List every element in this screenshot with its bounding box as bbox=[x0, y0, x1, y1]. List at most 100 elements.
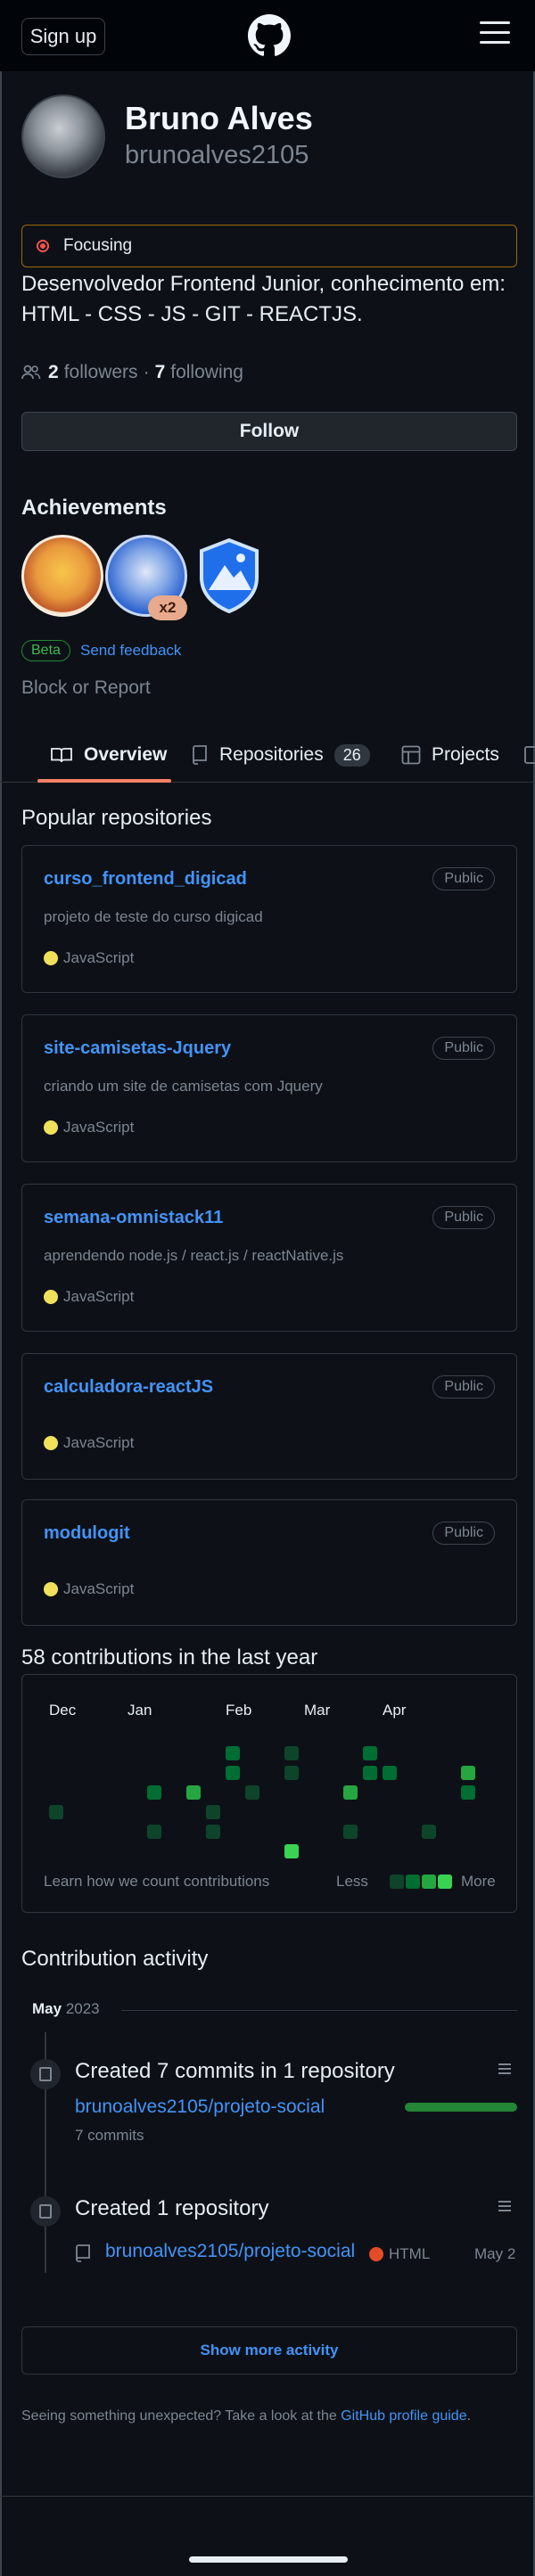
footer-divider bbox=[0, 2496, 535, 2497]
repo-language: JavaScript bbox=[44, 1119, 134, 1136]
language-color-dot bbox=[44, 1582, 58, 1596]
contribution-day[interactable] bbox=[363, 1746, 377, 1760]
visibility-badge: Public bbox=[432, 1037, 495, 1060]
achievement-badge-yolo[interactable] bbox=[21, 535, 103, 617]
language-color-dot bbox=[44, 1436, 58, 1450]
profile-guide-link[interactable]: GitHub profile guide bbox=[341, 2408, 466, 2424]
legend-level bbox=[390, 1875, 404, 1889]
home-indicator bbox=[189, 2556, 348, 2563]
activity-date: May 2 bbox=[474, 2245, 516, 2262]
language-color-dot bbox=[44, 1120, 58, 1135]
repo-name-link[interactable]: site-camisetas-Jquery bbox=[44, 1038, 231, 1059]
language-label: JavaScript bbox=[63, 949, 135, 966]
activity-title: Created 7 commits in 1 repository bbox=[75, 2059, 395, 2083]
repo-icon bbox=[76, 2244, 90, 2262]
popular-repos-title: Popular repositories bbox=[21, 806, 212, 830]
activity-repo-link[interactable]: brunoalves2105/projeto-social bbox=[105, 2241, 355, 2262]
follow-button[interactable]: Follow bbox=[21, 412, 517, 451]
visibility-badge: Public bbox=[432, 1522, 495, 1545]
github-mark-icon[interactable] bbox=[248, 14, 291, 57]
repo-description: projeto de teste do curso digicad bbox=[44, 908, 263, 925]
people-icon bbox=[21, 365, 41, 380]
contribution-day[interactable] bbox=[284, 1766, 299, 1780]
repo-card: semana-omnistack11 Public aprendendo nod… bbox=[21, 1184, 517, 1332]
repo-name-link[interactable]: calculadora-reactJS bbox=[44, 1377, 213, 1398]
repo-description: criando um site de camisetas com Jquery bbox=[44, 1078, 323, 1095]
contribution-day[interactable] bbox=[422, 1825, 436, 1839]
month-label: Jan bbox=[128, 1702, 152, 1719]
separator: · bbox=[143, 362, 150, 382]
guide-end: . bbox=[466, 2408, 472, 2424]
repo-name-link[interactable]: semana-omnistack11 bbox=[44, 1208, 223, 1228]
profile-guide-note: Seeing something unexpected? Take a look… bbox=[21, 2408, 471, 2424]
commit-progress-bar bbox=[405, 2103, 517, 2112]
profile-name: Bruno Alves bbox=[125, 100, 313, 136]
contribution-day[interactable] bbox=[284, 1746, 299, 1760]
contribution-day[interactable] bbox=[284, 1844, 299, 1858]
show-more-activity-button[interactable]: Show more activity bbox=[21, 2326, 517, 2375]
tab-projects-label: Projects bbox=[432, 744, 499, 765]
fold-icon[interactable] bbox=[496, 2061, 514, 2082]
avatar[interactable] bbox=[21, 94, 105, 178]
following-label[interactable]: following bbox=[170, 362, 243, 383]
repositories-count: 26 bbox=[333, 743, 370, 767]
contribution-day[interactable] bbox=[461, 1766, 475, 1780]
contribution-day[interactable] bbox=[147, 1825, 161, 1839]
package-icon[interactable] bbox=[524, 745, 535, 765]
month-year: 2023 bbox=[65, 2000, 100, 2017]
following-count[interactable]: 7 bbox=[155, 362, 166, 383]
contribution-day[interactable] bbox=[245, 1785, 259, 1800]
repo-icon bbox=[193, 745, 207, 765]
language-color-dot bbox=[44, 951, 58, 965]
send-feedback-link[interactable]: Send feedback bbox=[80, 642, 181, 660]
repo-description: aprendendo node.js / react.js / reactNat… bbox=[44, 1247, 344, 1264]
followers-label[interactable]: followers bbox=[64, 362, 138, 383]
follow-stats: 2 followers · 7 following bbox=[21, 362, 243, 383]
month-label: Mar bbox=[304, 1702, 331, 1719]
language-label: JavaScript bbox=[63, 1119, 135, 1136]
repo-name-link[interactable]: modulogit bbox=[44, 1523, 130, 1544]
visibility-badge: Public bbox=[432, 1206, 495, 1229]
repo-card: calculadora-reactJS Public JavaScript bbox=[21, 1353, 517, 1480]
contribution-day[interactable] bbox=[343, 1785, 358, 1800]
activity-commit-count[interactable]: 7 commits bbox=[75, 2127, 144, 2145]
tab-projects[interactable]: Projects bbox=[401, 727, 499, 783]
language-label: JavaScript bbox=[63, 1580, 135, 1597]
active-tab-indicator bbox=[37, 779, 171, 783]
month-label: Feb bbox=[226, 1702, 252, 1719]
contribution-day[interactable] bbox=[343, 1825, 358, 1839]
fold-icon[interactable] bbox=[496, 2198, 514, 2219]
language-label: JavaScript bbox=[63, 1288, 135, 1305]
contribution-day[interactable] bbox=[147, 1785, 161, 1800]
contribution-day[interactable] bbox=[206, 1825, 220, 1839]
repo-push-icon bbox=[30, 2059, 61, 2089]
followers-count[interactable]: 2 bbox=[48, 362, 59, 383]
repo-icon bbox=[30, 2196, 61, 2227]
month-name: May bbox=[32, 2000, 62, 2017]
contribution-day[interactable] bbox=[186, 1785, 201, 1800]
legend-more-label: More bbox=[461, 1873, 496, 1890]
profile-tabs: Overview Repositories 26 Projects bbox=[0, 727, 535, 783]
contribution-day[interactable] bbox=[49, 1805, 63, 1819]
tab-overview[interactable]: Overview bbox=[50, 727, 167, 783]
target-icon bbox=[35, 238, 51, 254]
hamburger-icon[interactable] bbox=[480, 21, 512, 48]
tab-repositories[interactable]: Repositories 26 bbox=[191, 727, 370, 783]
learn-contributions-link[interactable]: Learn how we count contributions bbox=[44, 1873, 269, 1891]
contribution-day[interactable] bbox=[461, 1785, 475, 1800]
contribution-day[interactable] bbox=[226, 1746, 240, 1760]
sign-up-button[interactable]: Sign up bbox=[21, 18, 105, 55]
repo-name-link[interactable]: curso_frontend_digicad bbox=[44, 869, 247, 890]
guide-text: Seeing something unexpected? Take a look… bbox=[21, 2408, 337, 2424]
visibility-badge: Public bbox=[432, 1375, 495, 1399]
achievement-badge-arctic[interactable] bbox=[198, 538, 260, 613]
badge-multiplier: x2 bbox=[148, 595, 187, 620]
activity-repo-link[interactable]: brunoalves2105/projeto-social bbox=[75, 2096, 325, 2118]
activity-month: May 2023 bbox=[32, 2000, 100, 2018]
block-report-link[interactable]: Block or Report bbox=[21, 677, 151, 699]
contribution-day[interactable] bbox=[363, 1766, 377, 1780]
contribution-day[interactable] bbox=[383, 1766, 397, 1780]
contribution-day[interactable] bbox=[226, 1766, 240, 1780]
legend-level bbox=[422, 1875, 436, 1889]
contribution-day[interactable] bbox=[206, 1805, 220, 1819]
